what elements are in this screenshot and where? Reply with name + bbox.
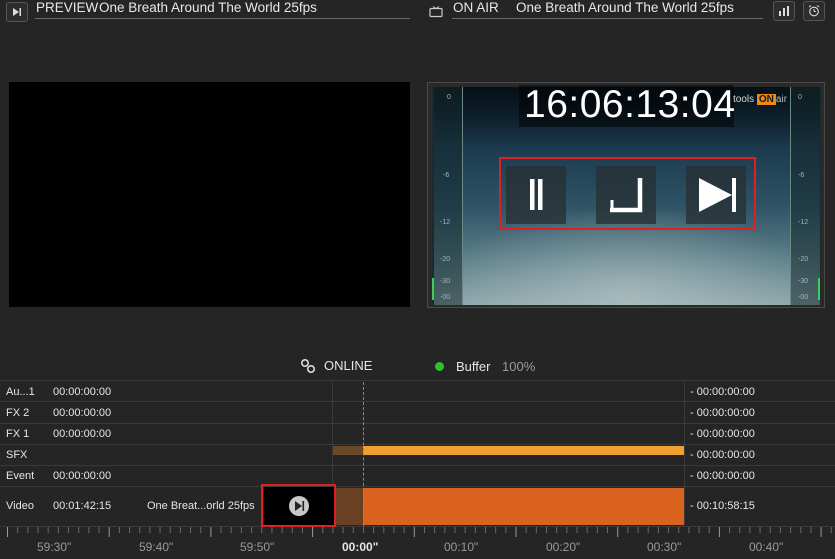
track-name: Au...1 [6, 386, 35, 398]
meter-right-tick: -00 [798, 294, 809, 301]
track-name: Video [6, 500, 34, 512]
playhead[interactable] [363, 382, 364, 526]
timeline-right-edge [684, 381, 685, 526]
audio-meter-right-level [818, 278, 820, 300]
preview-label: PREVIEW [36, 0, 99, 15]
ruler-label: 00:20" [546, 540, 581, 554]
meter-left-tick: -6 [443, 172, 450, 179]
track-timecode: 00:01:42:15 [53, 500, 112, 512]
highlight-box-controls [499, 157, 756, 230]
meter-left-tick: 0 [447, 94, 451, 101]
preview-title: One Breath Around The World 25fps [99, 0, 317, 15]
onair-title: One Breath Around The World 25fps [516, 0, 734, 15]
meter-left-tick: -12 [440, 219, 451, 226]
ruler-label: 00:00" [342, 540, 379, 554]
alarm-clock-icon [808, 5, 820, 17]
ruler-label: 59:30" [37, 540, 72, 554]
video-clip[interactable] [363, 488, 684, 525]
meter-right-tick: 0 [798, 94, 802, 101]
track-timecode: 00:00:00:00 [53, 470, 112, 482]
tools-on-air-logo: tools ON air [733, 94, 788, 105]
track-remaining: - 00:00:00:00 [690, 386, 755, 398]
track-divider [0, 423, 835, 424]
onair-timecode: 16:06:13:04 [524, 83, 736, 126]
track-remaining: - 00:10:58:15 [690, 500, 755, 512]
meter-left-tick: -00 [440, 294, 451, 301]
gears-icon [300, 358, 316, 374]
onair-monitor-button[interactable] [425, 2, 447, 22]
preview-play-button[interactable] [6, 2, 28, 22]
track-divider [0, 444, 835, 445]
track-divider [0, 380, 835, 381]
meter-left-tick: -20 [440, 256, 451, 263]
track-divider [0, 401, 835, 402]
video-preroll-segment [333, 488, 363, 525]
track-remaining: - 00:00:00:00 [690, 428, 755, 440]
meter-right-tick: -6 [798, 172, 805, 179]
highlight-box-cue [261, 484, 336, 527]
onair-label: ON AIR [453, 0, 499, 15]
ruler-label: 00:40" [749, 540, 784, 554]
ruler-label: 00:10" [444, 540, 479, 554]
track-remaining: - 00:00:00:00 [690, 470, 755, 482]
ruler-label: 00:30" [647, 540, 682, 554]
online-label: ONLINE [324, 358, 373, 373]
stats-button[interactable] [773, 1, 795, 21]
track-name: SFX [6, 449, 28, 461]
audio-meter-left [432, 87, 463, 305]
meter-right-tick: -30 [798, 278, 809, 285]
sfx-preroll-segment [333, 446, 363, 455]
track-name: Event [6, 470, 35, 482]
track-divider [0, 465, 835, 466]
track-divider [0, 486, 835, 487]
audio-meter-right [790, 87, 821, 305]
ruler-label: 59:50" [240, 540, 275, 554]
buffer-label: Buffer [456, 359, 491, 374]
buffer-status-dot [435, 362, 444, 371]
track-timecode: 00:00:00:00 [53, 386, 112, 398]
preview-monitor[interactable] [9, 82, 410, 307]
meter-right-tick: -20 [798, 256, 809, 263]
meter-right-tick: -12 [798, 219, 809, 226]
tv-icon [429, 6, 443, 18]
buffer-value: 100% [502, 359, 536, 374]
time-ruler[interactable] [0, 527, 835, 559]
sfx-clip[interactable] [363, 446, 684, 455]
video-clip-name: One Breat...orld 25fps [147, 500, 255, 512]
preview-title-underline [35, 18, 410, 19]
bar-chart-icon [779, 6, 789, 16]
track-timecode: 00:00:00:00 [53, 428, 112, 440]
track-name: FX 1 [6, 428, 30, 440]
track-timecode: 00:00:00:00 [53, 407, 112, 419]
audio-meter-left-level [432, 278, 434, 300]
play-to-end-icon [13, 8, 21, 16]
meter-left-tick: -30 [440, 278, 451, 285]
track-remaining: - 00:00:00:00 [690, 449, 755, 461]
track-remaining: - 00:00:00:00 [690, 407, 755, 419]
ruler-label: 59:40" [139, 540, 174, 554]
track-name: FX 2 [6, 407, 30, 419]
onair-title-underline [452, 18, 763, 19]
alarm-button[interactable] [803, 1, 825, 21]
ruler-ticks [7, 527, 832, 537]
